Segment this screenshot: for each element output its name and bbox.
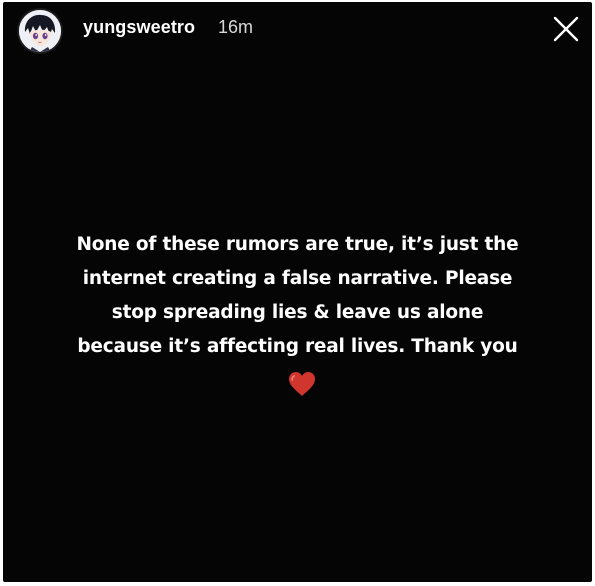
- heart-icon: [289, 372, 315, 396]
- story-timestamp: 16m: [218, 17, 254, 37]
- avatar[interactable]: [17, 8, 63, 54]
- message-line: stop spreading lies & leave us alone: [111, 302, 484, 323]
- message-line: internet creating a false narrative. Ple…: [82, 268, 513, 289]
- story-message: None of these rumors are true, it’s just…: [3, 228, 592, 364]
- story-header: yungsweetro 16m: [3, 2, 592, 62]
- close-button[interactable]: [551, 14, 581, 44]
- story-viewer[interactable]: yungsweetro 16m None of these rumors are…: [3, 2, 592, 582]
- message-line: None of these rumors are true, it’s just…: [76, 234, 519, 255]
- close-icon: [553, 16, 579, 42]
- anime-avatar-icon: [19, 10, 61, 52]
- heart-emoji: [287, 370, 317, 398]
- username[interactable]: yungsweetro: [83, 17, 195, 38]
- message-line: because it’s affecting real lives. Thank…: [77, 336, 518, 357]
